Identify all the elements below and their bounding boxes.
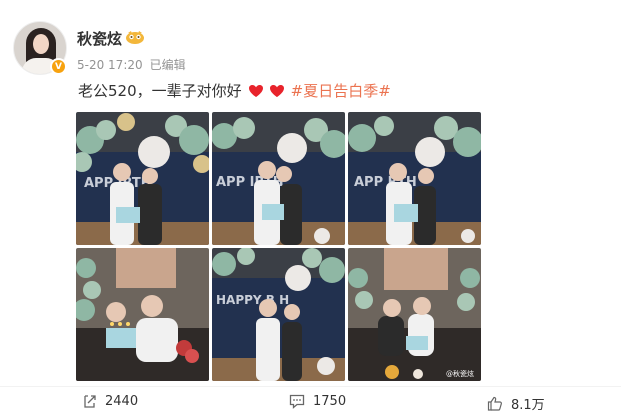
verified-badge-icon: V xyxy=(50,58,67,75)
watermark: @秋瓷炫 xyxy=(446,369,474,378)
action-divider xyxy=(0,386,621,387)
topic-link[interactable]: #夏日告白季# xyxy=(291,80,391,101)
post-body: 老公520，一辈子对你好 xyxy=(78,82,242,100)
share-icon xyxy=(84,395,96,408)
photo-5[interactable]: HAPPY B H xyxy=(212,248,345,381)
comment-button[interactable]: 1750 xyxy=(289,394,346,409)
heart-icon xyxy=(269,84,284,97)
action-bar: 2440 1750 8.1万 xyxy=(0,388,621,417)
photo-2[interactable]: APP IRTH xyxy=(212,112,345,245)
like-count: 8.1万 xyxy=(511,398,545,413)
photo-1[interactable]: APP IRTH xyxy=(76,112,209,245)
share-count: 2440 xyxy=(105,394,139,409)
photo-4[interactable] xyxy=(76,248,209,381)
edited-label[interactable]: 已编辑 xyxy=(150,58,186,72)
post-text: 老公520，一辈子对你好 #夏日告白季# xyxy=(78,80,391,101)
avatar-container[interactable]: V xyxy=(13,21,67,75)
post-meta: 5-20 17:20 已编辑 xyxy=(77,56,186,73)
photo-6[interactable]: @秋瓷炫 xyxy=(348,248,481,381)
share-button[interactable]: 2440 xyxy=(82,394,138,409)
author-name[interactable]: 秋瓷炫 xyxy=(77,28,122,49)
user-level-icon xyxy=(126,31,144,44)
like-button[interactable]: 8.1万 xyxy=(487,394,545,413)
post-date[interactable]: 5-20 17:20 xyxy=(77,58,143,72)
comment-icon xyxy=(289,394,305,409)
heart-icon xyxy=(248,84,263,97)
like-icon xyxy=(487,396,502,411)
comment-count: 1750 xyxy=(313,394,347,409)
svg-text:HAPPY B H: HAPPY B H xyxy=(216,293,289,307)
photo-3[interactable]: APP RTH xyxy=(348,112,481,245)
